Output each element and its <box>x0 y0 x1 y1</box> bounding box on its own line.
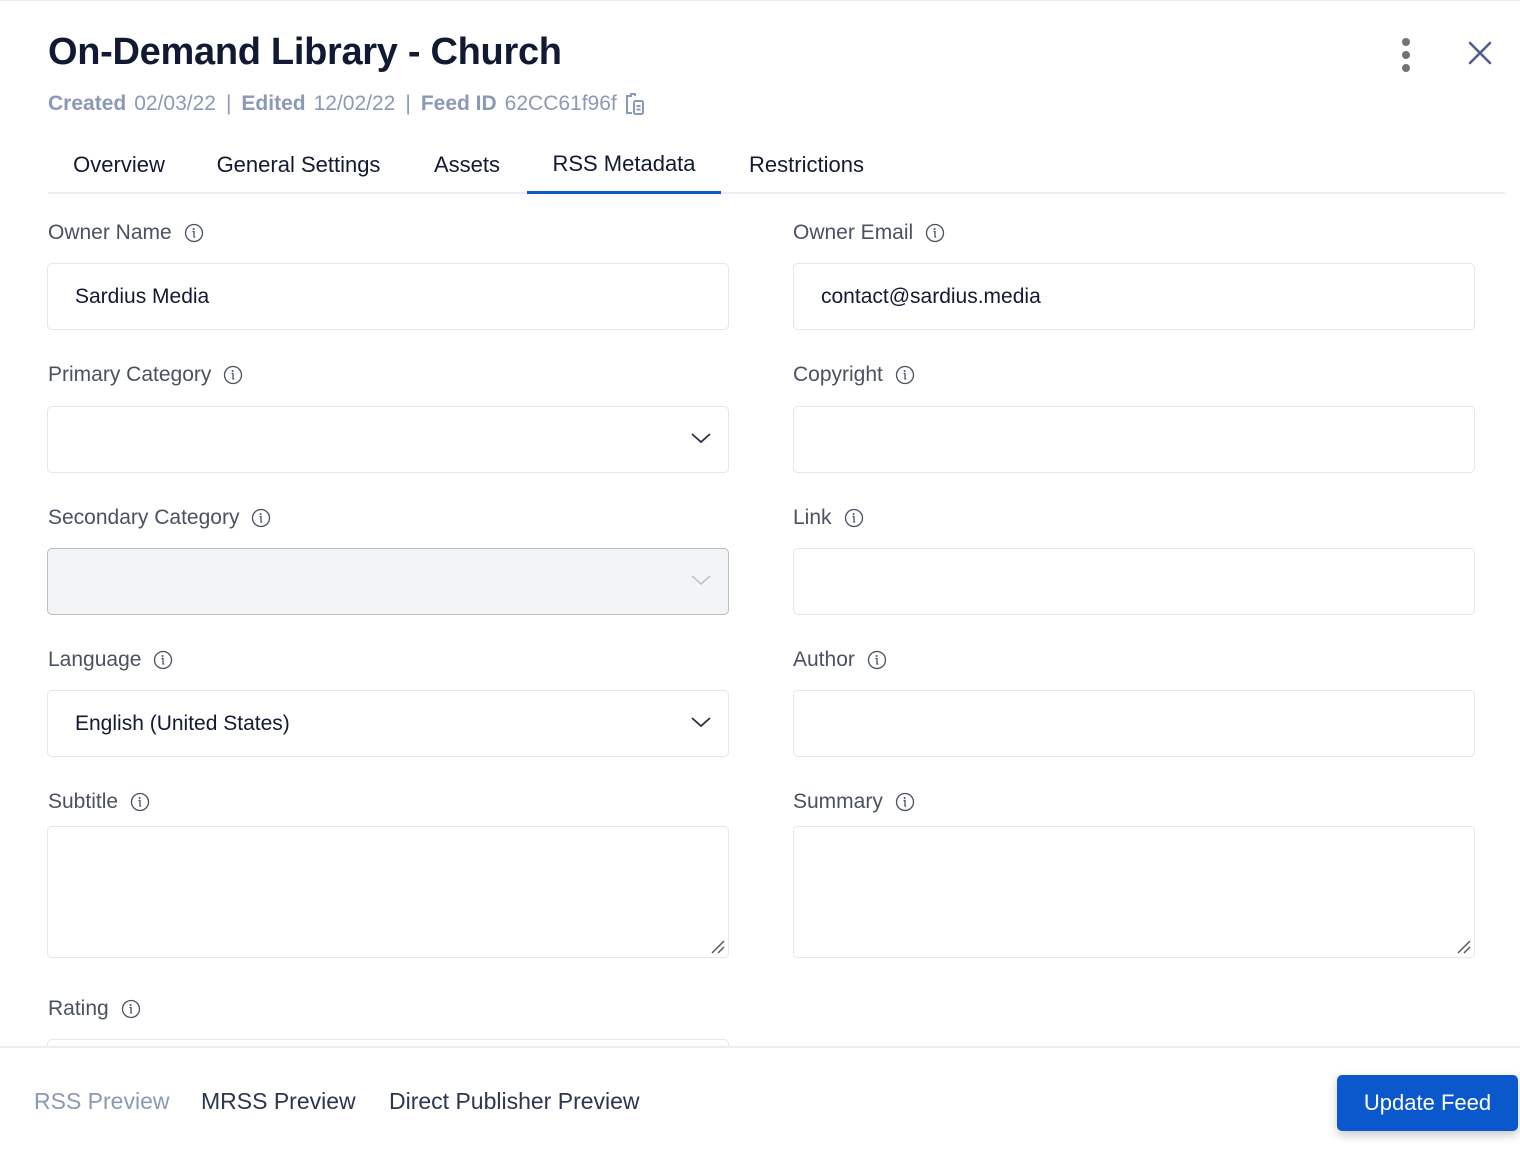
rss-preview-link[interactable]: RSS Preview <box>34 1088 169 1115</box>
info-icon[interactable] <box>184 223 204 243</box>
owner-name-value: Sardius Media <box>75 284 210 308</box>
info-icon[interactable] <box>251 508 271 528</box>
tab-restrictions[interactable]: Restrictions <box>721 137 892 193</box>
copyright-label-text: Copyright <box>793 363 883 386</box>
resize-handle-icon[interactable] <box>1457 940 1471 954</box>
meta-separator: | <box>225 92 232 115</box>
tab-rss-metadata[interactable]: RSS Metadata <box>527 137 721 194</box>
mrss-preview-link[interactable]: MRSS Preview <box>201 1088 356 1115</box>
owner-email-input[interactable]: contact@sardius.media <box>793 263 1475 330</box>
owner-name-label-text: Owner Name <box>48 221 172 244</box>
tab-general-settings[interactable]: General Settings <box>190 137 407 193</box>
owner-name-label: Owner Name <box>48 221 204 245</box>
info-icon[interactable] <box>223 365 243 385</box>
owner-email-value: contact@sardius.media <box>821 284 1041 308</box>
page-title: On-Demand Library - Church <box>48 31 562 73</box>
info-icon[interactable] <box>153 650 173 670</box>
owner-email-label: Owner Email <box>793 221 945 245</box>
feed-id-value: 62CC61f96f <box>504 92 617 115</box>
primary-category-select[interactable] <box>47 406 729 473</box>
created-value: 02/03/22 <box>134 92 216 115</box>
direct-publisher-preview-link[interactable]: Direct Publisher Preview <box>389 1088 640 1115</box>
close-icon[interactable] <box>1462 37 1498 73</box>
secondary-category-label-text: Secondary Category <box>48 506 240 529</box>
feed-meta: Created 02/03/22 | Edited 12/02/22 | Fee… <box>48 92 647 116</box>
info-icon[interactable] <box>121 999 141 1019</box>
link-label: Link <box>793 506 864 530</box>
summary-textarea[interactable] <box>793 826 1475 958</box>
feed-details-panel: On-Demand Library - Church Created 02/03… <box>0 0 1520 1150</box>
primary-category-label-text: Primary Category <box>48 363 212 386</box>
info-icon[interactable] <box>867 650 887 670</box>
info-icon[interactable] <box>844 508 864 528</box>
subtitle-textarea[interactable] <box>47 826 729 958</box>
info-icon[interactable] <box>895 365 915 385</box>
author-label-text: Author <box>793 648 855 671</box>
info-icon[interactable] <box>895 792 915 812</box>
kebab-dot <box>1402 38 1410 46</box>
kebab-dot <box>1402 64 1410 72</box>
link-input[interactable] <box>793 548 1475 615</box>
language-value: English (United States) <box>75 711 290 735</box>
primary-category-label: Primary Category <box>48 363 243 387</box>
created-label: Created <box>48 92 127 115</box>
summary-label-text: Summary <box>793 790 883 813</box>
chevron-down-icon <box>691 433 711 444</box>
tab-assets[interactable]: Assets <box>407 137 527 193</box>
kebab-menu-icon[interactable] <box>1393 37 1419 73</box>
edited-value: 12/02/22 <box>313 92 396 115</box>
rating-label-text: Rating <box>48 997 109 1020</box>
tab-overview[interactable]: Overview <box>48 137 190 193</box>
owner-email-label-text: Owner Email <box>793 221 914 244</box>
subtitle-label-text: Subtitle <box>48 790 119 813</box>
author-label: Author <box>793 648 887 672</box>
language-label: Language <box>48 648 173 672</box>
chevron-down-icon <box>691 717 711 728</box>
author-input[interactable] <box>793 690 1475 757</box>
info-icon[interactable] <box>925 223 945 243</box>
chevron-down-icon <box>691 575 711 586</box>
copyright-label: Copyright <box>793 363 915 387</box>
link-label-text: Link <box>793 506 832 529</box>
clipboard-copy-icon[interactable] <box>623 92 647 116</box>
copyright-input[interactable] <box>793 406 1475 473</box>
owner-name-input[interactable]: Sardius Media <box>47 263 729 330</box>
language-select[interactable]: English (United States) <box>47 690 729 757</box>
meta-separator: | <box>405 92 411 115</box>
feed-id-label: Feed ID <box>420 92 497 115</box>
footer-bar: RSS Preview MRSS Preview Direct Publishe… <box>0 1046 1520 1150</box>
kebab-dot <box>1402 51 1410 59</box>
secondary-category-select[interactable] <box>47 548 729 615</box>
info-icon[interactable] <box>130 792 150 812</box>
resize-handle-icon[interactable] <box>711 940 725 954</box>
rating-label: Rating <box>48 997 141 1021</box>
update-feed-button[interactable]: Update Feed <box>1337 1075 1518 1131</box>
edited-label: Edited <box>241 92 306 115</box>
subtitle-label: Subtitle <box>48 790 150 814</box>
tab-bar: Overview General Settings Assets RSS Met… <box>48 137 1505 194</box>
language-label-text: Language <box>48 648 142 671</box>
summary-label: Summary <box>793 790 915 814</box>
secondary-category-label: Secondary Category <box>48 506 271 530</box>
